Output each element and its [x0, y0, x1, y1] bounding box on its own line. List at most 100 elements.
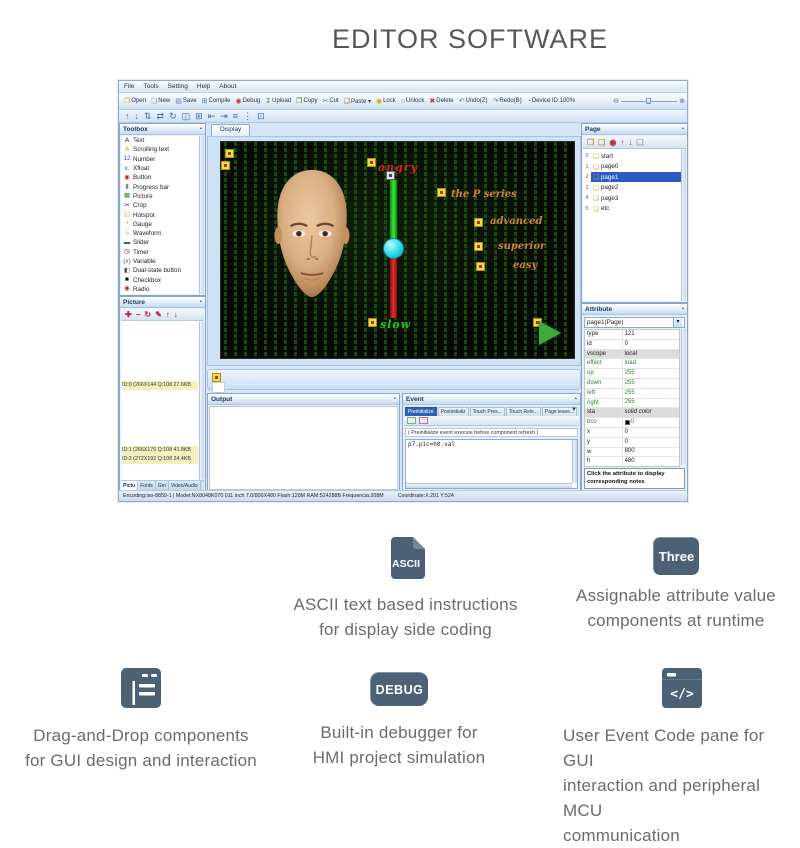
toolbox-scrollbar[interactable] [199, 136, 204, 294]
resource-tab[interactable]: Fonts [138, 481, 156, 490]
toolbox-item[interactable]: ◧ Dual-state button [121, 266, 199, 275]
align-icon[interactable]: ⊞ [195, 111, 203, 121]
attribute-row[interactable]: sta solid color [585, 408, 679, 419]
event-tool-icon[interactable] [407, 417, 416, 424]
align-icon[interactable]: ⇅ [144, 111, 152, 121]
toolbar-button[interactable]: ↶ Undo(Z) [457, 97, 490, 106]
align-icon[interactable]: ↻ [169, 111, 177, 121]
tabs-overflow-icon[interactable]: ▼ [571, 407, 577, 413]
picture-item[interactable]: ID:0 (266X144 Q:108 27.6KB [122, 381, 198, 390]
page-list-item[interactable]: 5 ❏ etc [583, 204, 681, 215]
attribute-row[interactable]: h 480 [585, 457, 679, 466]
component-tag[interactable] [225, 149, 234, 158]
toolbar-button[interactable]: ❒ Copy [294, 97, 319, 106]
pin-icon[interactable]: ▪ [200, 126, 202, 132]
picture-item[interactable]: ID:1 (266X176 Q:108 41.8KB [122, 446, 198, 455]
page-tool-icon[interactable]: ◉ [609, 138, 616, 147]
component-tag[interactable] [474, 242, 483, 251]
toolbox-item[interactable]: ■ Checkbox [121, 275, 199, 284]
toolbox-item[interactable]: ◉ Radio [121, 285, 199, 294]
code-hscrollbar[interactable] [406, 483, 572, 488]
toolbox-item[interactable]: ✂ Crop [121, 201, 199, 210]
slider-checkbox[interactable] [386, 171, 395, 180]
toolbar-button[interactable]: ✂ Cut [320, 97, 340, 106]
picture-tool-icon[interactable]: ✚ [125, 310, 132, 319]
toolbox-item[interactable]: ◷ Timer [121, 248, 199, 257]
pin-icon[interactable]: ▪ [394, 396, 396, 402]
toolbar-button[interactable]: ❑ Paste ▾ [342, 97, 373, 106]
attribute-object-selector[interactable]: page1(Page) ▾ [584, 317, 685, 328]
toolbox-item[interactable]: ◱ Hotspot [121, 210, 199, 219]
attribute-row[interactable]: vscope local [585, 349, 679, 360]
component-tag[interactable] [474, 218, 483, 227]
slider-knob[interactable] [383, 238, 404, 259]
event-code-editor[interactable]: p7.pic=h0.val [405, 439, 578, 489]
device-zoom-slider[interactable]: ⊖ ⊕ [613, 93, 685, 109]
page-list-item[interactable]: 1 ❏ page0 [583, 162, 681, 173]
toolbar-button[interactable]: ❏ New [149, 97, 172, 106]
event-tool-icon[interactable] [419, 417, 428, 424]
toolbar-button[interactable]: ▤ Save [173, 97, 198, 106]
toolbox-item[interactable]: ▦ Picture [121, 192, 199, 201]
resource-tab[interactable]: Video/Audio [168, 481, 201, 490]
menu-item[interactable]: Tools [143, 83, 158, 90]
toolbox-item[interactable]: A Scrolling text [121, 145, 199, 154]
page-tool-icon[interactable]: ↑ [620, 138, 624, 147]
toolbox-item[interactable]: ▬ Slider [121, 238, 199, 247]
toolbox-item[interactable]: ◔ Gauge [121, 220, 199, 229]
toolbar-button[interactable]: ◉ Lock [374, 97, 398, 106]
resource-tab[interactable]: Pictu [121, 481, 139, 490]
slider-track-lower[interactable] [390, 250, 397, 318]
align-icon[interactable]: ⇥ [220, 111, 228, 121]
toolbox-item[interactable]: A Text [121, 136, 199, 145]
align-icon[interactable]: ↑ [125, 111, 130, 121]
picture-tool-icon[interactable]: ↑ [166, 310, 170, 319]
toolbox-item[interactable]: (x) Variable [121, 257, 199, 266]
component-tag[interactable] [437, 188, 446, 197]
event-tab[interactable]: Preinitialize [405, 407, 437, 416]
component-tag[interactable] [368, 318, 377, 327]
event-tab[interactable]: Postinitializ [437, 407, 469, 416]
toolbar-button[interactable]: ◔ Device ID 100% [525, 97, 577, 106]
code-vscrollbar[interactable] [572, 440, 577, 483]
chevron-down-icon[interactable]: ▾ [673, 318, 682, 327]
align-icon[interactable]: ⇄ [157, 111, 165, 121]
attribute-row[interactable]: x 0 [585, 427, 679, 438]
align-icon[interactable]: ↓ [135, 111, 140, 121]
page-scrollbar[interactable] [681, 150, 686, 301]
toolbox-item[interactable]: ▮ Progress bar [121, 182, 199, 191]
pin-icon[interactable]: ▪ [682, 126, 684, 132]
page-tool-icon[interactable]: ❏ [636, 138, 643, 147]
attribute-row[interactable]: w 800 [585, 447, 679, 458]
output-log[interactable] [209, 406, 398, 490]
component-tag[interactable] [212, 373, 221, 382]
align-icon[interactable]: ⋮ [243, 111, 252, 121]
attribute-row[interactable]: effect load [585, 359, 679, 370]
picture-tool-icon[interactable]: ✎ [155, 310, 162, 319]
zoom-slider-track[interactable] [620, 98, 678, 104]
picture-tool-icon[interactable]: ↻ [144, 310, 151, 319]
align-icon[interactable]: ◫ [182, 111, 191, 121]
page-list-item[interactable]: 2 ❏ page1 [583, 172, 681, 183]
toolbox-item[interactable]: ◉ Button [121, 173, 199, 182]
toolbar-button[interactable]: ↷ Redo(B) [490, 97, 523, 106]
picture-tool-icon[interactable]: − [136, 310, 141, 319]
zoom-out-icon[interactable]: ⊖ [613, 97, 619, 105]
toolbar-button[interactable]: ↧ Upload [263, 97, 293, 106]
picture-tool-icon[interactable]: ↓ [174, 310, 178, 319]
page-tool-icon[interactable]: ❐ [587, 138, 594, 147]
toolbox-item[interactable]: 12 Number [121, 155, 199, 164]
tab-display[interactable]: Display [211, 124, 251, 136]
attribute-row[interactable]: id 0 [585, 339, 679, 350]
toolbar-button[interactable]: ❐ Open [122, 97, 148, 106]
play-button-icon[interactable] [539, 321, 561, 345]
attribute-row[interactable]: bco 0 [585, 418, 679, 428]
component-tag[interactable] [476, 262, 485, 271]
component-tag[interactable] [367, 158, 376, 167]
attribute-row[interactable]: y 0 [585, 437, 679, 448]
page-list-item[interactable]: 4 ❏ page3 [583, 193, 681, 204]
toolbar-button[interactable]: ⊞ Compile [200, 97, 233, 106]
attribute-row[interactable]: left 255 [585, 388, 679, 399]
menu-item[interactable]: Help [197, 83, 210, 90]
menu-item[interactable]: File [124, 83, 134, 90]
